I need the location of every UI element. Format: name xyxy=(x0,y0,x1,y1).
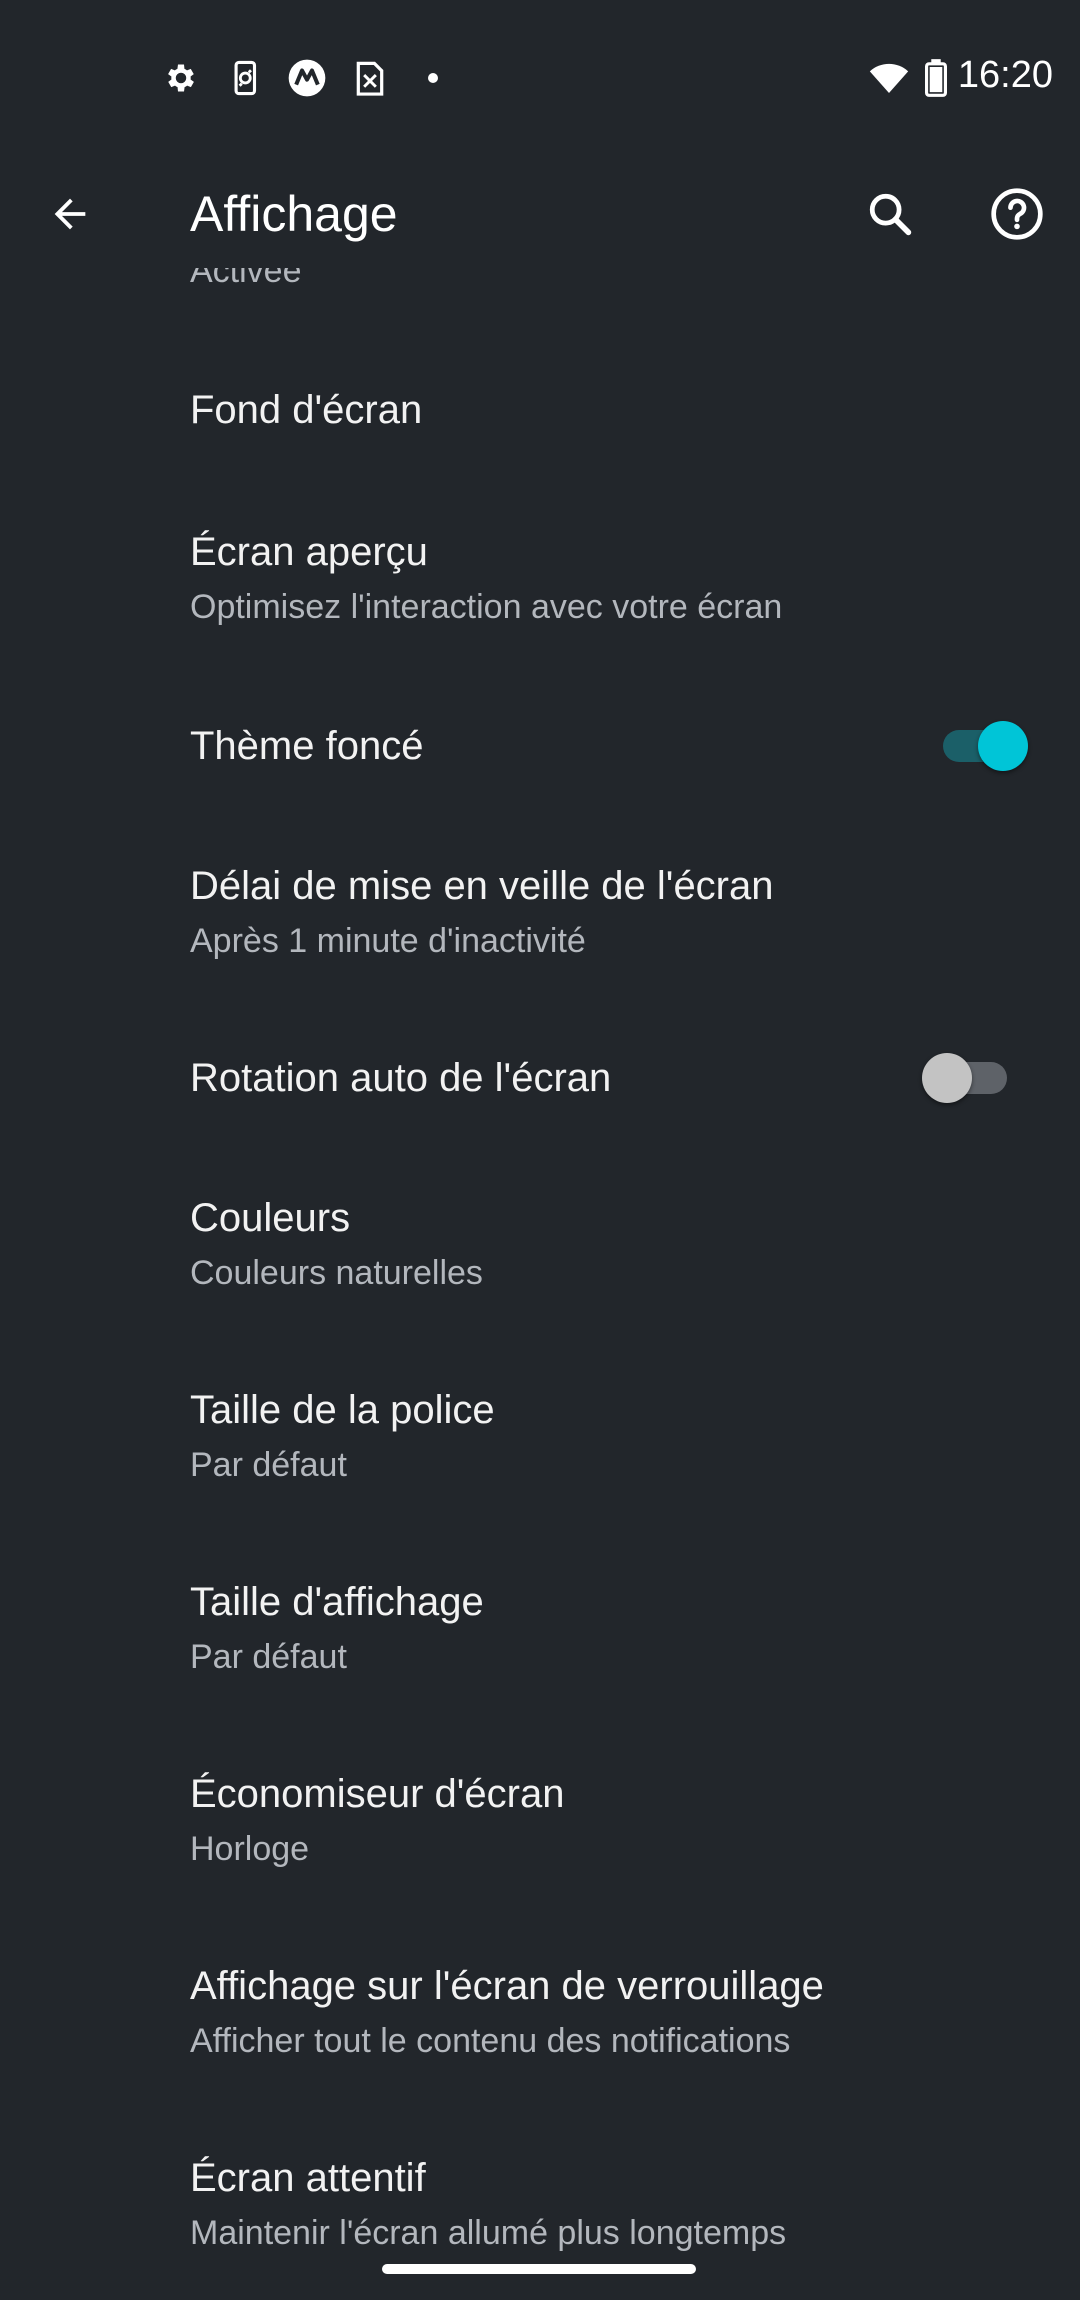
search-button[interactable] xyxy=(860,184,920,244)
setting-subtitle: Afficher tout le contenu des notificatio… xyxy=(190,2022,791,2060)
setting-title: Écran attentif xyxy=(190,2156,426,2200)
search-icon xyxy=(869,193,912,236)
setting-title: Couleurs xyxy=(190,1196,351,1240)
setting-subtitle: Optimisez l'interaction avec votre écran xyxy=(190,588,783,626)
setting-title: Taille d'affichage xyxy=(190,1580,484,1624)
setting-subtitle: Horloge xyxy=(190,1830,310,1868)
setting-font-size[interactable]: Taille de la police Par défaut xyxy=(0,1344,1080,1514)
dark-theme-switch[interactable] xyxy=(938,714,1028,774)
setting-title: Taille de la police xyxy=(190,1388,495,1432)
page-title: Affichage xyxy=(190,186,398,242)
setting-title: Rotation auto de l'écran xyxy=(190,1056,612,1100)
setting-wallpaper[interactable]: Fond d'écran xyxy=(0,352,1080,476)
setting-screensaver[interactable]: Économiseur d'écran Horloge xyxy=(0,1728,1080,1898)
setting-screen-attention[interactable]: Écran attentif Maintenir l'écran allumé … xyxy=(0,2112,1080,2282)
setting-title: Économiseur d'écran xyxy=(190,1772,565,1816)
setting-subtitle: Par défaut xyxy=(190,1446,347,1484)
setting-lock-screen[interactable]: Affichage sur l'écran de verrouillage Af… xyxy=(0,1920,1080,2090)
setting-subtitle: Maintenir l'écran allumé plus longtemps xyxy=(190,2214,787,2252)
setting-ambient-display[interactable]: Écran aperçu Optimisez l'interaction ave… xyxy=(0,486,1080,656)
setting-screen-timeout[interactable]: Délai de mise en veille de l'écran Après… xyxy=(0,820,1080,990)
setting-dark-theme[interactable]: Thème foncé xyxy=(0,686,1080,806)
setting-auto-rotate[interactable]: Rotation auto de l'écran xyxy=(0,1018,1080,1138)
help-button[interactable] xyxy=(987,184,1047,244)
help-circle-icon xyxy=(991,188,1043,240)
arrow-back-icon xyxy=(54,198,86,230)
setting-colors[interactable]: Couleurs Couleurs naturelles xyxy=(0,1152,1080,1322)
switch-thumb xyxy=(922,1053,972,1103)
setting-title: Affichage sur l'écran de verrouillage xyxy=(190,1964,824,2008)
setting-subtitle: Par défaut xyxy=(190,1638,347,1676)
setting-subtitle: Couleurs naturelles xyxy=(190,1254,483,1292)
setting-title: Écran aperçu xyxy=(190,530,428,574)
auto-rotate-switch[interactable] xyxy=(922,1046,1012,1106)
gesture-nav-handle[interactable] xyxy=(382,2264,696,2274)
setting-subtitle: Après 1 minute d'inactivité xyxy=(190,922,586,960)
app-bar: Affichage xyxy=(0,160,1080,268)
setting-title: Thème foncé xyxy=(190,724,424,768)
switch-thumb xyxy=(978,721,1028,771)
setting-title: Délai de mise en veille de l'écran xyxy=(190,864,774,908)
settings-screen: 16:20 Activée Affichage Fond d'écran Écr… xyxy=(0,0,1080,2300)
settings-list: Fond d'écran Écran aperçu Optimisez l'in… xyxy=(0,0,1080,2300)
setting-display-size[interactable]: Taille d'affichage Par défaut xyxy=(0,1536,1080,1706)
back-button[interactable] xyxy=(40,184,100,244)
setting-title: Fond d'écran xyxy=(190,388,423,432)
